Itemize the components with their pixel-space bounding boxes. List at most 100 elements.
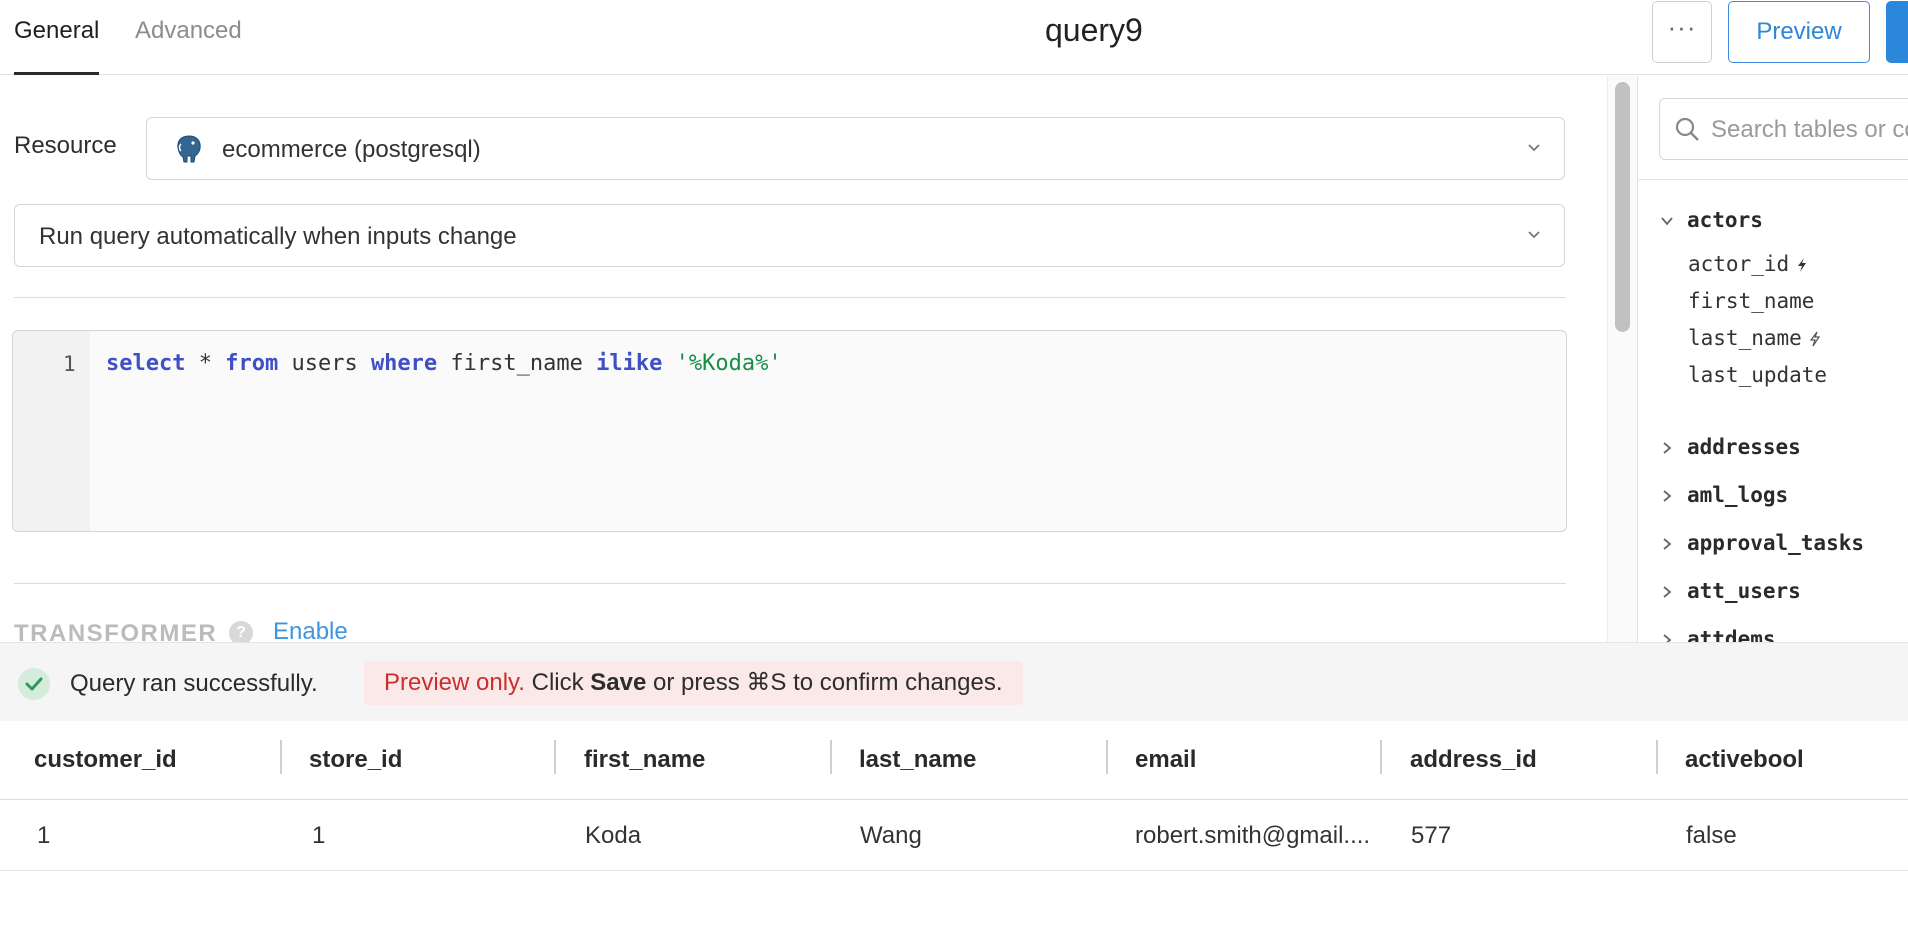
- schema-table-attdems[interactable]: attdems: [1638, 626, 1908, 642]
- table-cell: 577: [1411, 822, 1452, 849]
- scrollbar-thumb[interactable]: [1615, 82, 1630, 332]
- schema-table-name: approval_tasks: [1687, 531, 1865, 555]
- resource-select[interactable]: ecommerce (postgresql): [146, 117, 1565, 180]
- table-header-row: customer_id store_id first_name last_nam…: [0, 721, 1908, 800]
- active-tab-indicator: [14, 72, 100, 75]
- checkmark-icon: [25, 677, 43, 691]
- chevron-right-icon: [1663, 586, 1672, 598]
- save-keyword: Save: [590, 669, 647, 696]
- column-resize-handle[interactable]: [554, 740, 556, 774]
- save-button[interactable]: [1886, 1, 1908, 63]
- schema-table-name: att_users: [1687, 579, 1801, 603]
- postgresql-elephant-icon: [177, 135, 201, 163]
- column-header[interactable]: address_id: [1410, 746, 1537, 774]
- schema-column-name: last_name: [1688, 326, 1822, 350]
- preview-notice-text: or press ⌘S to confirm changes.: [646, 669, 1003, 696]
- section-divider: [14, 297, 1566, 298]
- table-cell: Koda: [585, 822, 642, 849]
- schema-table-approval-tasks[interactable]: approval_tasks: [1638, 530, 1908, 560]
- table-cell: 1: [37, 822, 51, 849]
- schema-column[interactable]: last_update: [1638, 362, 1908, 392]
- results-table: customer_id store_id first_name last_nam…: [0, 721, 1908, 930]
- preview-only-warning: Preview only.: [384, 669, 525, 696]
- success-check-icon: [18, 668, 50, 700]
- chevron-down-icon: [1528, 231, 1540, 239]
- schema-table-att-users[interactable]: att_users: [1638, 578, 1908, 608]
- table-cell: robert.smith@gmail....: [1135, 822, 1371, 849]
- table-cell: Wang: [860, 822, 922, 849]
- column-header[interactable]: store_id: [309, 746, 402, 774]
- column-resize-handle[interactable]: [830, 740, 832, 774]
- sql-token: *: [185, 351, 226, 376]
- column-header[interactable]: first_name: [584, 746, 705, 774]
- schema-search-input[interactable]: Search tables or columns: [1659, 98, 1908, 160]
- run-mode-value: Run query automatically when inputs chan…: [39, 223, 517, 250]
- sql-string-literal: '%Koda%': [675, 351, 782, 376]
- run-mode-select[interactable]: Run query automatically when inputs chan…: [14, 204, 1565, 267]
- schema-divider: [1638, 179, 1908, 180]
- section-divider: [14, 583, 1566, 584]
- schema-table-name: addresses: [1687, 435, 1801, 459]
- sql-token: users: [278, 351, 371, 376]
- sql-code-line[interactable]: select * from users where first_name ili…: [106, 351, 782, 376]
- primary-key-icon: [1798, 258, 1807, 272]
- column-resize-handle[interactable]: [280, 740, 282, 774]
- preview-button[interactable]: Preview: [1728, 1, 1870, 63]
- sql-keyword: from: [225, 351, 279, 376]
- chevron-down-icon: [1528, 144, 1540, 152]
- tab-general-label: General: [14, 17, 100, 44]
- schema-table-name: aml_logs: [1687, 483, 1789, 507]
- schema-column-name: first_name: [1688, 289, 1815, 313]
- tab-general[interactable]: General: [14, 0, 100, 75]
- help-icon[interactable]: ?: [229, 621, 253, 642]
- sql-token: first_name: [437, 351, 597, 376]
- table-cell: 1: [312, 822, 326, 849]
- query-header: General Advanced query9 ··· Preview: [0, 0, 1908, 75]
- column-header[interactable]: email: [1135, 746, 1196, 774]
- column-header[interactable]: last_name: [859, 746, 976, 774]
- schema-table-addresses[interactable]: addresses: [1638, 434, 1908, 464]
- sql-keyword: ilike: [596, 351, 663, 376]
- secondary-key-icon: [1809, 331, 1820, 347]
- table-row[interactable]: 1 1 Koda Wang robert.smith@gmail.... 577…: [0, 801, 1908, 871]
- line-number: 1: [63, 352, 76, 376]
- query-title[interactable]: query9: [1045, 12, 1143, 49]
- schema-column[interactable]: actor_id: [1638, 251, 1908, 281]
- preview-notice-text: Click: [524, 669, 591, 696]
- schema-table-actors[interactable]: actors: [1638, 207, 1908, 237]
- editor-gutter: 1: [13, 331, 90, 531]
- resource-label: Resource: [14, 132, 117, 159]
- column-resize-handle[interactable]: [1380, 740, 1382, 774]
- query-status-bar: Query ran successfully. Preview only. Cl…: [0, 642, 1908, 721]
- chevron-down-icon: [1661, 217, 1673, 226]
- sql-keyword: where: [370, 351, 438, 376]
- search-icon: [1675, 117, 1699, 141]
- query-success-message: Query ran successfully.: [70, 670, 318, 697]
- schema-column[interactable]: first_name: [1638, 288, 1908, 318]
- schema-column-name: actor_id: [1688, 252, 1809, 276]
- chevron-right-icon: [1663, 538, 1672, 550]
- enable-transformer-link[interactable]: Enable: [273, 618, 348, 642]
- schema-table-name: attdems: [1687, 627, 1776, 642]
- ellipsis-icon: ···: [1667, 12, 1697, 42]
- tab-advanced[interactable]: Advanced: [135, 0, 242, 75]
- schema-column-name: last_update: [1688, 363, 1828, 387]
- schema-table-aml-logs[interactable]: aml_logs: [1638, 482, 1908, 512]
- transformer-label: TRANSFORMER: [14, 620, 218, 642]
- schema-column[interactable]: last_name: [1638, 325, 1908, 355]
- editor-scrollbar[interactable]: [1607, 76, 1637, 642]
- chevron-right-icon: [1663, 442, 1672, 454]
- chevron-right-icon: [1663, 490, 1672, 502]
- schema-browser: Search tables or columns actors actor_id…: [1637, 76, 1908, 642]
- more-options-button[interactable]: ···: [1652, 1, 1712, 63]
- sql-editor[interactable]: 1 select * from users where first_name i…: [12, 330, 1567, 532]
- column-resize-handle[interactable]: [1106, 740, 1108, 774]
- schema-table-name: actors: [1687, 208, 1763, 232]
- sql-keyword: select: [106, 351, 186, 376]
- resource-value: ecommerce (postgresql): [222, 136, 481, 163]
- column-header[interactable]: customer_id: [34, 746, 177, 774]
- column-header[interactable]: activebool: [1685, 746, 1804, 774]
- column-resize-handle[interactable]: [1656, 740, 1658, 774]
- chevron-right-icon: [1663, 634, 1672, 642]
